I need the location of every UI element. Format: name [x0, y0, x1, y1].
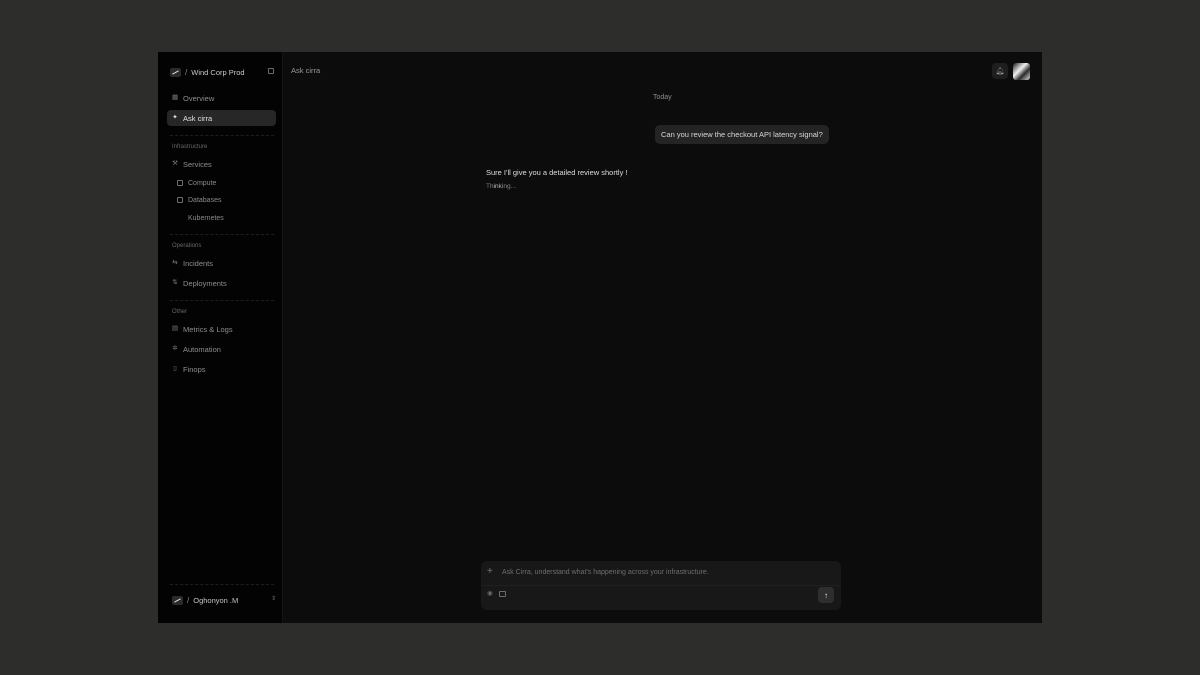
composer-divider — [481, 585, 841, 586]
user-menu[interactable]: / Oghonyon .M ⇕ — [172, 595, 276, 606]
sidebar-item-automation[interactable]: ✲ Automation — [167, 341, 276, 357]
sidebar-divider — [170, 234, 274, 235]
toggle-sidebar-icon[interactable] — [268, 68, 274, 74]
sidebar-item-label: Automation — [183, 344, 221, 354]
sidebar-item-label: Finops — [183, 364, 206, 374]
chevron-updown-icon[interactable]: ⇕ — [271, 595, 276, 602]
receipt-icon: ▯ — [173, 365, 177, 372]
sidebar-subitem-label: Compute — [188, 179, 217, 187]
sidebar-item-label: Metrics & Logs — [183, 324, 233, 334]
section-label-operations: Operations — [172, 243, 202, 249]
sidebar-item-label: Overview — [183, 93, 215, 103]
sidebar-item-deployments[interactable]: ⇅ Deployments — [167, 275, 276, 291]
date-divider-label: Today — [653, 94, 672, 101]
sidebar-item-metrics-logs[interactable]: ▤ Metrics & Logs — [167, 321, 276, 337]
section-label-infrastructure: Infrastructure — [172, 144, 208, 150]
arrow-up-icon: ↑ — [824, 590, 828, 600]
sidebar-item-label: Incidents — [183, 258, 214, 268]
workspace-name: Wind Corp Prod — [191, 67, 245, 77]
send-button[interactable]: ↑ — [818, 587, 834, 603]
chat-panel: Ask cirra 🔔︎ Today Can you review the ch… — [283, 52, 1042, 623]
sidebar-item-finops[interactable]: ▯ Finops — [167, 361, 276, 377]
add-attachment-icon[interactable]: + — [487, 567, 493, 577]
sidebar-subitem-label: Databases — [188, 196, 222, 204]
sidebar-subitem-databases[interactable]: Databases — [177, 194, 221, 206]
section-label-other: Other — [172, 309, 188, 315]
database-icon — [177, 197, 183, 203]
sidebar-divider — [170, 584, 274, 585]
sidebar-subitem-compute[interactable]: Compute — [177, 177, 216, 189]
sidebar-item-label: Ask cirra — [183, 113, 213, 123]
chat-composer: + Ask Cirra, understand what's happening… — [481, 561, 841, 610]
user-message-bubble: Can you review the checkout API latency … — [655, 125, 829, 144]
notifications-bell-icon[interactable]: 🔔︎ — [992, 63, 1008, 79]
sidebar-item-label: Deployments — [183, 278, 227, 288]
cpu-icon — [177, 180, 183, 186]
automation-icon: ✲ — [172, 345, 178, 352]
thinking-status: Thinking... — [486, 183, 516, 190]
kubernetes-icon — [177, 215, 183, 221]
incident-icon: ⇆ — [172, 259, 178, 266]
assistant-message: Sure I'll give you a detailed review sho… — [486, 168, 628, 177]
wrench-icon: ⚒ — [172, 160, 178, 167]
sparkle-icon: ✦ — [172, 114, 178, 121]
sidebar-divider — [170, 300, 274, 301]
app-window: / Wind Corp Prod ▦ Overview ✦ Ask cirra … — [158, 52, 1042, 623]
sidebar: / Wind Corp Prod ▦ Overview ✦ Ask cirra … — [158, 52, 283, 623]
profile-avatar[interactable] — [1013, 63, 1030, 80]
sidebar-divider — [170, 135, 274, 136]
brand-logo-icon — [170, 67, 181, 77]
sidebar-subitem-kubernetes[interactable]: Kubernetes — [177, 212, 224, 224]
workspace-separator: / — [185, 67, 188, 77]
chat-input[interactable]: Ask Cirra, understand what's happening a… — [502, 569, 709, 576]
chart-icon: ▤ — [172, 325, 179, 332]
sidebar-subitem-label: Kubernetes — [188, 214, 224, 222]
sidebar-item-overview[interactable]: ▦ Overview — [167, 90, 276, 106]
user-name: Oghonyon .M — [193, 596, 239, 605]
user-avatar-icon — [172, 596, 183, 605]
eye-icon[interactable]: ◉ — [487, 590, 494, 597]
workspace-switcher[interactable]: / Wind Corp Prod — [170, 66, 276, 78]
sidebar-item-label: Services — [183, 159, 212, 169]
sidebar-item-ask-cirra[interactable]: ✦ Ask cirra — [167, 110, 276, 126]
grid-icon: ▦ — [172, 94, 179, 101]
deploy-icon: ⇅ — [172, 279, 178, 286]
sidebar-item-services[interactable]: ⚒ Services — [167, 156, 276, 172]
user-separator: / — [187, 596, 190, 605]
breadcrumb: Ask cirra — [291, 66, 321, 75]
image-icon[interactable] — [499, 591, 506, 597]
sidebar-item-incidents[interactable]: ⇆ Incidents — [167, 255, 276, 271]
